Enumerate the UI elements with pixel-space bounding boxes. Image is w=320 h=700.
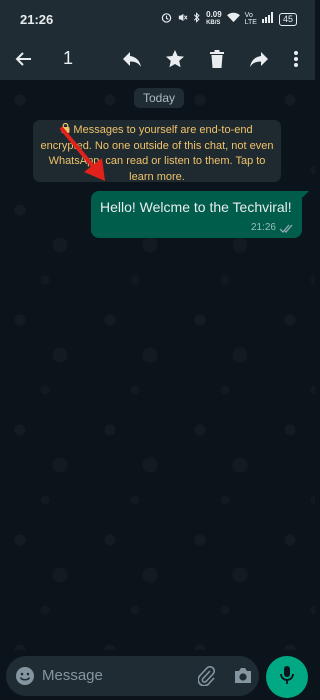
message-time: 21:26 [250, 222, 276, 233]
forward-icon[interactable] [247, 47, 271, 71]
annotation-arrow [60, 127, 105, 181]
status-bar: 21:26 0.09 KB/S Vo LTE 45 [0, 0, 315, 38]
star-icon[interactable] [163, 47, 187, 71]
network-speed: 0.09 KB/S [206, 10, 222, 27]
mic-button[interactable] [266, 656, 308, 698]
selected-count: 1 [63, 48, 74, 68]
mute-icon [177, 12, 188, 26]
selection-toolbar: 1 [0, 38, 315, 80]
message-bubble[interactable]: Hello! Welcme to the Techviral! 21:26 [91, 191, 309, 239]
battery-indicator: 45 [278, 12, 297, 26]
status-icons: 0.09 KB/S Vo LTE 45 [161, 11, 297, 27]
bubble-tail [301, 191, 309, 199]
message-input[interactable]: Message [42, 667, 103, 684]
chat-area[interactable]: Today Messages to yourself are end-to-en… [0, 80, 315, 650]
camera-icon[interactable] [232, 665, 254, 687]
signal-icon [261, 12, 274, 26]
emoji-icon[interactable] [14, 665, 36, 687]
bluetooth-icon [193, 12, 201, 26]
message-input-bar[interactable]: Message [6, 656, 259, 696]
reply-icon[interactable] [120, 47, 144, 71]
mic-icon [279, 665, 295, 690]
status-time: 21:26 [20, 12, 54, 27]
alarm-icon [161, 12, 172, 26]
attach-icon[interactable] [196, 665, 218, 687]
wifi-icon [226, 12, 240, 26]
date-chip: Today [134, 88, 184, 108]
delete-icon[interactable] [205, 47, 229, 71]
more-vert-icon[interactable] [284, 47, 308, 71]
message-text: Hello! Welcme to the Techviral! [100, 199, 292, 215]
back-arrow-icon[interactable] [12, 47, 36, 71]
volte-icon: Vo LTE [244, 12, 257, 26]
double-check-icon [279, 221, 295, 239]
